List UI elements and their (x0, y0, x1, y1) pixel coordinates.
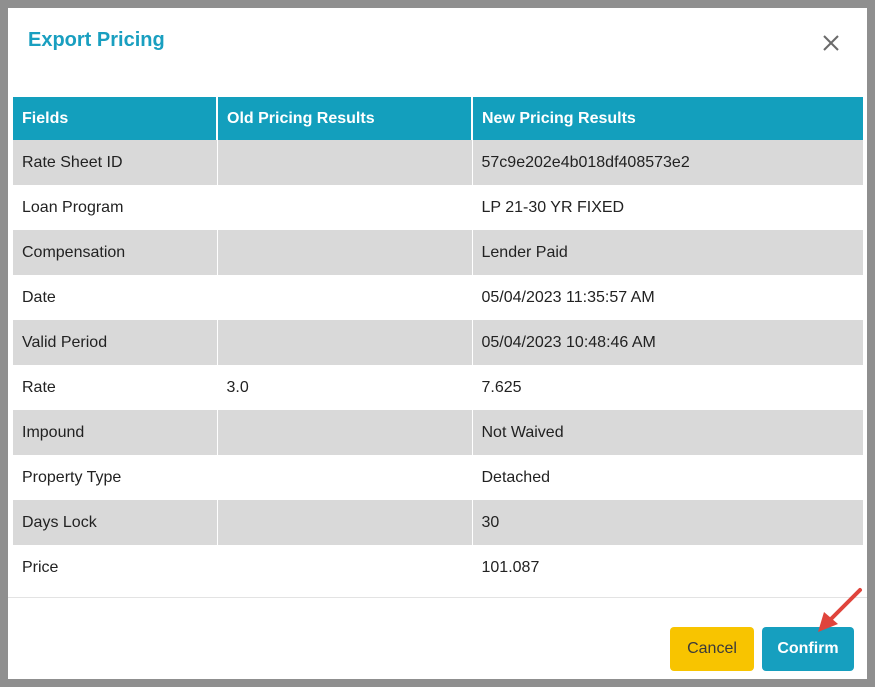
old-value-cell (217, 500, 473, 545)
new-value-cell: 7.625 (472, 365, 863, 410)
new-value-cell: Detached (472, 455, 863, 500)
old-value-cell (217, 275, 473, 320)
table-row: Date 05/04/2023 11:35:57 AM (13, 275, 863, 320)
confirm-button[interactable]: Confirm (762, 627, 854, 671)
table-row: Days Lock 30 (13, 500, 863, 545)
field-cell: Valid Period (13, 320, 218, 365)
old-value-cell (217, 455, 473, 500)
dialog-title: Export Pricing (28, 29, 165, 51)
field-cell: Impound (13, 410, 218, 455)
field-cell: Compensation (13, 230, 218, 275)
field-cell: Price (13, 545, 218, 590)
table-row: Rate 3.0 7.625 (13, 365, 863, 410)
new-value-cell: 30 (472, 500, 863, 545)
footer-divider (8, 597, 867, 598)
new-value-cell: 05/04/2023 11:35:57 AM (472, 275, 863, 320)
table-row: Compensation Lender Paid (13, 230, 863, 275)
table-row: Loan Program LP 21-30 YR FIXED (13, 185, 863, 230)
field-cell: Property Type (13, 455, 218, 500)
export-pricing-dialog: Export Pricing Fields Old Pricing Result… (8, 8, 867, 679)
old-value-cell (217, 230, 473, 275)
table-row: Property Type Detached (13, 455, 863, 500)
table-row: Valid Period 05/04/2023 10:48:46 AM (13, 320, 863, 365)
old-value-cell (217, 410, 473, 455)
new-value-cell: Not Waived (472, 410, 863, 455)
close-button[interactable] (820, 32, 842, 54)
header-old-pricing: Old Pricing Results (217, 95, 473, 140)
old-value-cell (217, 545, 473, 590)
new-value-cell: 57c9e202e4b018df408573e2 (472, 140, 863, 185)
table-row: Price 101.087 (13, 545, 863, 590)
old-value-cell (217, 185, 473, 230)
new-value-cell: 101.087 (472, 545, 863, 590)
header-fields: Fields (13, 95, 218, 140)
new-value-cell: Lender Paid (472, 230, 863, 275)
table-row: Rate Sheet ID 57c9e202e4b018df408573e2 (13, 140, 863, 185)
close-icon (823, 35, 839, 51)
old-value-cell (217, 320, 473, 365)
field-cell: Rate Sheet ID (13, 140, 218, 185)
field-cell: Date (13, 275, 218, 320)
old-value-cell: 3.0 (217, 365, 473, 410)
field-cell: Loan Program (13, 185, 218, 230)
pricing-comparison-table: Fields Old Pricing Results New Pricing R… (13, 95, 863, 590)
table-row: Impound Not Waived (13, 410, 863, 455)
header-new-pricing: New Pricing Results (472, 95, 863, 140)
field-cell: Rate (13, 365, 218, 410)
old-value-cell (217, 140, 473, 185)
field-cell: Days Lock (13, 500, 218, 545)
new-value-cell: 05/04/2023 10:48:46 AM (472, 320, 863, 365)
new-value-cell: LP 21-30 YR FIXED (472, 185, 863, 230)
table-header-row: Fields Old Pricing Results New Pricing R… (13, 95, 863, 140)
cancel-button[interactable]: Cancel (670, 627, 754, 671)
